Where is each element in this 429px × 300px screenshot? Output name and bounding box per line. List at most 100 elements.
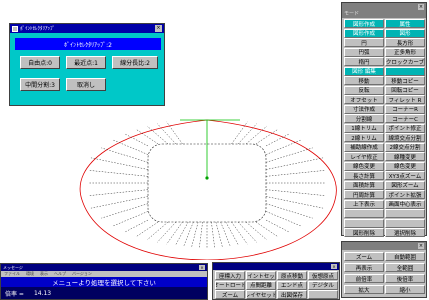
radial-dashed-line bbox=[199, 221, 203, 248]
palette-button[interactable]: XY3点ズーム bbox=[385, 171, 425, 180]
palette-button[interactable]: 図形 編集 bbox=[344, 66, 384, 76]
menu-view[interactable]: 表示 bbox=[40, 271, 48, 277]
midpoint-division-button[interactable]: 中間分割:3 bbox=[20, 78, 60, 91]
palette-button[interactable]: 再表示 bbox=[344, 263, 384, 272]
palette-button[interactable] bbox=[385, 66, 425, 76]
palette-button[interactable]: 正多角形 bbox=[385, 47, 425, 57]
palette-button[interactable]: 長さ計算 bbox=[344, 171, 384, 180]
radial-dashed-line bbox=[157, 221, 177, 243]
radial-dashed-line bbox=[265, 203, 313, 219]
palette-button[interactable]: 長方形 bbox=[385, 38, 425, 47]
palette-button[interactable]: 縮小 bbox=[385, 285, 425, 294]
palette-button[interactable]: 反転 bbox=[344, 85, 384, 95]
palette-button[interactable]: 寸法作成 bbox=[344, 104, 384, 114]
palette-button[interactable]: 選択削除 bbox=[385, 228, 425, 237]
close-icon[interactable]: × bbox=[331, 264, 337, 269]
zoom-status: 倍率 = 14.13 bbox=[1, 287, 207, 299]
palette-button[interactable]: 後倍率 bbox=[385, 274, 425, 283]
status-message: メニューより処理を選択して下さい bbox=[1, 277, 207, 287]
radial-dashed-line bbox=[225, 221, 239, 246]
free-point-button[interactable]: 自由点:0 bbox=[20, 56, 60, 69]
palette-button[interactable]: ポイント拡張 bbox=[385, 190, 425, 199]
close-icon[interactable]: × bbox=[418, 243, 424, 249]
radial-dashed-line bbox=[90, 157, 149, 170]
close-icon[interactable]: × bbox=[155, 25, 162, 32]
ellipse-drawing bbox=[79, 119, 337, 260]
palette-button[interactable]: 図形ズーム bbox=[385, 180, 425, 190]
radial-dashed-line bbox=[183, 221, 194, 247]
palette-button[interactable]: 拡大 bbox=[344, 285, 384, 294]
palette-button[interactable]: 上下表示 bbox=[344, 199, 384, 209]
radial-dashed-line bbox=[191, 221, 199, 248]
palette-button[interactable]: 前倍率 bbox=[344, 274, 384, 283]
message-titlebar: メッセージ × bbox=[1, 264, 207, 271]
palette-button[interactable]: 自動範囲 bbox=[385, 252, 425, 261]
palette-button[interactable]: 図形削除 bbox=[344, 228, 384, 237]
zoom-palette-titlebar: × bbox=[342, 242, 426, 250]
radial-dashed-line bbox=[265, 170, 326, 177]
palette-button[interactable]: ポイントセット bbox=[246, 271, 276, 280]
close-icon[interactable]: × bbox=[199, 265, 205, 270]
palette-button[interactable] bbox=[385, 209, 425, 218]
palette-button[interactable]: 図形作成 bbox=[344, 19, 384, 28]
palette-button[interactable]: コーナーC bbox=[385, 114, 425, 123]
menu-env[interactable]: 環境 bbox=[26, 271, 34, 277]
palette-button[interactable]: ズーム bbox=[215, 290, 245, 299]
nearest-point-button[interactable]: 最近点:1 bbox=[66, 56, 106, 69]
palette-button[interactable]: 2線交点分割 bbox=[385, 142, 425, 152]
palette-button[interactable]: 2線トリム bbox=[344, 133, 384, 142]
palette-button[interactable]: ポイント修正 bbox=[385, 123, 425, 133]
palette-button[interactable]: 図形 bbox=[385, 28, 425, 38]
line-length-ratio-button[interactable]: 線分長比:2 bbox=[112, 56, 158, 69]
palette-button[interactable]: 線種変更 bbox=[385, 152, 425, 161]
palette-button[interactable]: 分割線 bbox=[344, 114, 384, 123]
palette-button[interactable]: 点間距離 bbox=[246, 280, 276, 290]
palette-button[interactable]: 線境交点分割 bbox=[385, 133, 425, 142]
palette-button[interactable]: 円弧 bbox=[344, 47, 384, 57]
palette-button[interactable]: デジタル bbox=[308, 280, 338, 290]
palette-button[interactable]: ズーム bbox=[344, 252, 384, 261]
palette-button[interactable]: 回転コピー bbox=[385, 85, 425, 95]
radial-dashed-line bbox=[265, 196, 324, 209]
palette-button[interactable]: 仮想原点 bbox=[308, 271, 338, 280]
palette-button[interactable]: 円 bbox=[344, 38, 384, 47]
radial-dashed-line bbox=[146, 221, 169, 241]
palette-button[interactable]: 楕円 bbox=[344, 57, 384, 66]
radial-dashed-line bbox=[215, 221, 223, 248]
palette-button[interactable]: クロックカーブ bbox=[385, 57, 425, 66]
palette-button[interactable]: フィレット R bbox=[385, 95, 425, 104]
palette-button[interactable] bbox=[344, 209, 384, 218]
palette-button[interactable]: 全範囲 bbox=[385, 263, 425, 272]
radial-dashed-line bbox=[166, 221, 183, 245]
palette-button[interactable]: 移動 bbox=[344, 76, 384, 85]
palette-button[interactable]: 円周計算 bbox=[344, 190, 384, 199]
palette-button[interactable]: オートロード bbox=[215, 280, 245, 290]
palette-button[interactable]: 線色変更 bbox=[385, 161, 425, 171]
palette-button[interactable]: 画面中心表示 bbox=[385, 199, 425, 209]
palette-button[interactable] bbox=[344, 218, 384, 228]
palette-button[interactable] bbox=[385, 218, 425, 228]
radial-dashed-line bbox=[112, 139, 149, 155]
palette-button[interactable]: 座標入力 bbox=[215, 271, 245, 280]
palette-button[interactable]: 移動コピー bbox=[385, 76, 425, 85]
palette-button[interactable] bbox=[308, 290, 338, 299]
palette-button[interactable]: レイヤ修正 bbox=[344, 152, 384, 161]
palette-button[interactable]: エンド点 bbox=[277, 280, 307, 290]
palette-button[interactable]: 補助線作成 bbox=[344, 142, 384, 152]
palette-button[interactable]: 1線トリム bbox=[344, 123, 384, 133]
cancel-button[interactable]: 取消し bbox=[66, 78, 106, 91]
palette-button[interactable]: 図形作成 bbox=[344, 28, 384, 38]
palette-button[interactable]: コーナーR bbox=[385, 104, 425, 114]
input-palette: × 座標入力ポイントセット原点移動仮想原点オートロード点間距離エンド点デジタルズ… bbox=[212, 262, 340, 300]
palette-button[interactable]: 原点移動 bbox=[277, 271, 307, 280]
palette-button[interactable]: 面積計算 bbox=[344, 180, 384, 190]
palette-button[interactable]: オフセット bbox=[344, 95, 384, 104]
menu-file[interactable]: ファイル bbox=[4, 271, 20, 277]
palette-button[interactable]: 線色変更 bbox=[344, 161, 384, 171]
command-palette: × モード 図形作成 属性 図形作成 図形円長方形 円弧 正多角形 楕円 クロックカーブ 図形 … bbox=[341, 2, 427, 237]
palette-button[interactable]: レイヤセット bbox=[246, 290, 276, 299]
palette-button[interactable]: 属性 bbox=[385, 19, 425, 28]
palette-button[interactable]: 出図保存 bbox=[277, 290, 307, 299]
center-point bbox=[205, 176, 209, 180]
close-icon[interactable]: × bbox=[418, 4, 424, 10]
